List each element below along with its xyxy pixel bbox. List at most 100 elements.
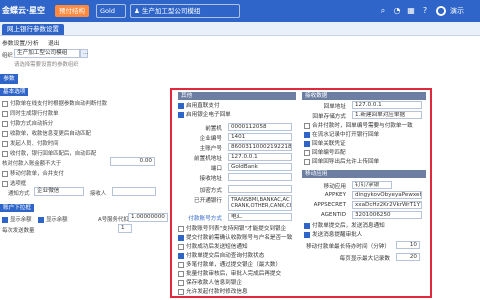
receipt-check-3[interactable]: 回单编号匹配 (304, 149, 346, 158)
field-input-4[interactable]: GoldBank (228, 163, 292, 171)
option-7[interactable]: 允许发起付款时修改信息 (178, 288, 248, 297)
receipt-store-select[interactable]: 1.新建回单对应单据 (352, 111, 422, 119)
bank-list-textarea[interactable]: TRANSBMI,BANKAC,AC CRANK,OTHER,CANK,CI (228, 195, 292, 211)
left-option-8[interactable]: 移动付款单，合并支付 (2, 169, 64, 177)
appkey-input[interactable]: dingykovObyeyaPewxehoqa (352, 191, 422, 199)
left-option-5[interactable]: 发起人员、付款时间 (2, 139, 59, 147)
top-bar: 金蝶云·星空 预付结构 Gold ♟ 生产加工型公司模组 ⌕ ◔ ▦ ? ● 演… (0, 0, 480, 22)
subtab-exit[interactable]: 退出 (48, 38, 60, 47)
lower-section-header: 账户下拉框 (0, 204, 34, 212)
left-option-6[interactable]: 收付款，银行回单匹配后，自动匹配 (2, 149, 96, 157)
pay-mode-select[interactable]: 电汇 (228, 213, 292, 221)
tab-bank-params[interactable]: 网上银行参数设置 (2, 24, 64, 35)
org-field-label: 组织 (2, 53, 13, 59)
agentid-input[interactable]: 3201006250 (352, 211, 422, 219)
option-2[interactable]: 付款成功后发送短信通知 (178, 243, 248, 252)
org-field[interactable]: 生产加工型公司模组 (14, 49, 80, 58)
account-selector[interactable]: Gold (96, 4, 126, 18)
batch-label: 每页显示最大记录数 (339, 256, 390, 262)
field-input-0[interactable]: 0000112058 (228, 123, 292, 131)
bank-settings-dialog: 其他 启用直联支付 启用银企电子回单 前置机 0000112058 企业编号 1… (170, 88, 432, 298)
receipt-check-4[interactable]: 回单回导出后允许上传回单 (304, 158, 379, 167)
batch-input[interactable]: 20 (396, 253, 420, 261)
option-4[interactable]: 多笔付款单，通过提交银企（最大数） (178, 261, 281, 270)
org-label: 生产加工型公司模组 (141, 7, 201, 15)
dialog-right-header-2: 移动应用 (302, 170, 426, 178)
org-selector[interactable]: ♟ 生产加工型公司模组 (130, 4, 240, 18)
receiver-field[interactable] (112, 187, 156, 196)
show-balance-1[interactable]: 显示余额 (2, 215, 32, 223)
encrypt-label: 加密方式 (199, 188, 222, 194)
params-side-tab[interactable]: 参数 (0, 74, 18, 84)
option-1[interactable]: 提交付款前需确认收款账号与户名是否一致 (178, 234, 292, 243)
mobile-app-label: 移动应用 (323, 184, 346, 190)
amount-input[interactable]: 0.00 (110, 157, 155, 166)
field-input-5[interactable] (228, 173, 292, 181)
left-option-3[interactable]: 付款方式自动拆分 (2, 119, 53, 127)
notify-mode-select[interactable]: 企业微信 (34, 187, 84, 196)
cycle-label: 移动付款单最长待办时间（分钟） (306, 244, 390, 250)
option-0[interactable]: 付款账号列表"支持网银"才能提交到银企 (178, 225, 286, 234)
enable-direct-pay[interactable]: 启用直联支付 (178, 102, 220, 111)
mobile-app-select[interactable]: 钉钉/掌银 (352, 181, 392, 189)
org-lookup-button[interactable]: … (80, 49, 89, 58)
show-balance-2[interactable]: 显示余额 (38, 215, 68, 223)
pay-mode-label: 付款账号方式 (188, 216, 222, 222)
receipt-check-2[interactable]: 回单关联凭证 (304, 140, 346, 149)
rate-input[interactable]: 1.00000000 (128, 213, 168, 222)
dialog-right-header-1: 接收数据 (302, 92, 426, 100)
dialog-left-header: 其他 (178, 92, 296, 100)
appkey-label: APPKEY (324, 192, 346, 198)
receiver-label: 接收人 (90, 191, 107, 197)
notify-mode-label: 通知方式 (8, 191, 30, 197)
receipt-addr-input[interactable]: 127.0.0.1 (352, 101, 422, 109)
subtab-analyze[interactable]: 参数设置/分析 (2, 38, 39, 47)
field-input-2[interactable]: 86003110002192218 (228, 143, 292, 151)
basic-options-header: 基本选项 (0, 88, 29, 96)
send-count-input[interactable]: 1 (118, 224, 132, 233)
field-label-2: 主账户号 (199, 146, 222, 152)
receipt-check-0[interactable]: 合并付款时，回单编号需要与付款单一致 (304, 122, 413, 131)
send-count-label: 每次发送数量 (2, 228, 35, 234)
option-6[interactable]: 保存收款人信息到银企 (178, 279, 242, 288)
avatar[interactable]: ● (436, 6, 446, 16)
org-icon: ♟ (134, 7, 142, 15)
bank-list-line-2: CRANK,OTHER,CANK,CI (231, 203, 292, 209)
grid-icon[interactable]: ▦ (406, 6, 416, 16)
receipt-store-label: 回单存储方式 (312, 114, 346, 120)
field-label-4: 端口 (210, 166, 222, 172)
tab-strip: 网上银行参数设置 (0, 22, 480, 36)
field-label-1: 企业编号 (199, 136, 222, 142)
field-input-3[interactable]: 127.0.0.1 (228, 153, 292, 161)
enable-ereceipt[interactable]: 启用银企电子回单 (178, 111, 231, 120)
receipt-addr-label: 回单地址 (323, 104, 346, 110)
encrypt-input[interactable] (228, 185, 292, 193)
left-option-2[interactable]: 同时生成银行付款单 (2, 109, 59, 117)
mobile-check-1[interactable]: 发送消息提醒审批人 (304, 231, 362, 240)
left-option-1[interactable]: 付款单在线支付时根据参数自动判断付款 (2, 99, 107, 107)
appsecret-input[interactable]: xxaDcHz2Kr2VkrWrT1Y7 (352, 201, 422, 209)
trial-badge[interactable]: 预付结构 (55, 5, 89, 17)
bell-icon[interactable]: ◔ (392, 6, 402, 16)
search-icon[interactable]: ⌕ (378, 6, 388, 16)
mobile-check-0[interactable]: 付款单提交后，发送消息通知 (304, 222, 385, 231)
bank-list-label: 已开通银行 (194, 198, 222, 204)
left-option-4[interactable]: 收款单，收款信息变更后自动匹配 (2, 129, 91, 137)
left-option-9[interactable]: 选项框 (2, 179, 26, 187)
rate-label: A号服务代扣 (98, 217, 129, 223)
app-logo: 金蝶云·星空 (2, 6, 46, 15)
appsecret-label: APPSECRET (313, 202, 346, 208)
field-label-5: 接收地址 (199, 176, 222, 182)
user-name[interactable]: 演示 (450, 4, 464, 18)
agentid-label: AGENTID (320, 212, 346, 218)
field-input-1[interactable]: 1401 (228, 133, 292, 141)
field-label-0: 前置机 (205, 126, 222, 132)
left-option-7: 核对付款入账金额不大于 (2, 161, 62, 167)
option-3[interactable]: 付款单提交后自动查询付款状态 (178, 252, 264, 261)
help-icon[interactable]: ? (420, 6, 430, 16)
cycle-input[interactable]: 10 (396, 241, 420, 249)
field-label-3: 前置机地址 (194, 156, 222, 162)
option-5[interactable]: 批量付款审核后，审批人完成后再提交 (178, 270, 281, 279)
receipt-check-1[interactable]: 在流水记录中打开银行回单 (304, 131, 379, 140)
org-hint: 请选择需要设置的参数组织 (14, 62, 79, 68)
